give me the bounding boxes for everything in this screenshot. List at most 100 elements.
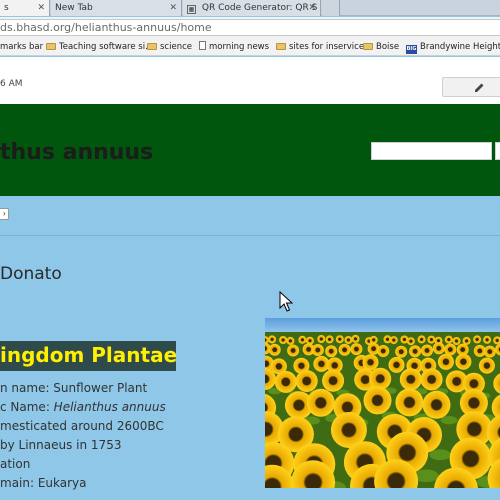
sunflower-head <box>406 337 415 346</box>
sunflower-head <box>295 370 318 392</box>
sunflower-head <box>287 344 300 357</box>
tab-qr-code[interactable]: ▦ QR Code Generator: QR S ✕ <box>183 0 321 16</box>
fact-text: mesticated around 2600BC <box>0 419 164 433</box>
sunflower-head <box>322 369 345 392</box>
tab-label: s <box>4 3 9 13</box>
fact-text: ation <box>0 457 31 471</box>
bookmark-morning-news[interactable]: morning news <box>199 41 269 53</box>
sunflower-head <box>338 343 351 356</box>
sunflower-leaf <box>440 416 458 425</box>
navigation-bar: › <box>0 196 500 236</box>
fact-domain: main: Eukarya <box>0 476 87 490</box>
site-header: thus annuus <box>0 104 500 196</box>
fact-scientific-name: c Name: Helianthus annuus <box>0 400 166 414</box>
bookmark-label: sites for inservice <box>289 42 365 52</box>
page-icon <box>199 41 206 50</box>
sunflower-head <box>444 343 457 356</box>
search-button[interactable] <box>495 142 500 160</box>
pencil-icon <box>475 83 484 92</box>
kingdom-heading-box: ingdom Plantae <box>0 341 178 371</box>
folder-icon <box>276 43 286 50</box>
bookmark-label: marks bar <box>0 42 44 52</box>
sunflower-head <box>422 390 451 419</box>
sunflower-head <box>427 335 436 344</box>
sunflower-head <box>409 345 422 358</box>
tab-label: QR Code Generator: QR S <box>201 3 318 13</box>
sunflower-field-illustration <box>265 318 500 488</box>
address-bar-row: ds.bhasd.org/helianthus-annuus/home <box>0 17 500 38</box>
sunflower-head <box>444 335 453 344</box>
sunflower-head <box>298 335 307 344</box>
bookmark-brandywine[interactable]: BIGBrandywine Heights... <box>406 41 500 54</box>
tab-current[interactable]: s ✕ <box>0 0 50 16</box>
kingdom-heading: ingdom Plantae <box>0 343 178 367</box>
bookmarks-bar: marks bar Teaching software si... scienc… <box>0 38 500 56</box>
bookmark-science[interactable]: science <box>147 41 192 53</box>
scientific-name: Helianthus annuus <box>53 400 166 414</box>
sunflower-head <box>362 354 379 371</box>
fact-domesticated: mesticated around 2600BC <box>0 419 164 433</box>
sunflower-field-image <box>265 318 500 488</box>
bookmark-label: Teaching software si... <box>59 42 154 52</box>
address-bar[interactable]: ds.bhasd.org/helianthus-annuus/home <box>0 19 500 36</box>
sunflower-head <box>279 336 288 344</box>
last-edited-time: 6 AM <box>0 79 23 89</box>
sunflower-head <box>399 368 422 391</box>
folder-icon <box>363 43 373 50</box>
bookmark-label: Boise <box>376 42 400 52</box>
sunflower-head <box>363 386 392 415</box>
mouse-cursor-icon <box>279 291 293 312</box>
sunflower-head <box>395 345 408 358</box>
fact-common-name: n name: Sunflower Plant <box>0 381 147 395</box>
sunflower-head <box>311 344 324 356</box>
sunflower-head <box>306 336 314 345</box>
edit-button[interactable] <box>442 77 500 97</box>
sunflower-head <box>421 344 433 357</box>
qr-icon: ▦ <box>187 5 196 14</box>
fact-text: main: Eukarya <box>0 476 87 490</box>
sunflower-head <box>268 335 277 344</box>
sunflower-head <box>432 342 445 355</box>
sunflower-head <box>455 353 472 370</box>
page-top-bar: 6 AM <box>0 57 500 105</box>
sunflower-head <box>377 345 390 357</box>
bookmark-sites-for-inservice[interactable]: sites for inservice <box>276 41 364 53</box>
sunflower-head <box>317 335 326 343</box>
sunflower-head <box>325 335 334 344</box>
close-icon[interactable]: ✕ <box>37 0 45 16</box>
new-tab-button[interactable] <box>322 0 340 16</box>
sunflower-head <box>395 388 424 417</box>
sunflower-head <box>417 335 426 344</box>
nav-menu-button[interactable]: › <box>0 208 9 220</box>
sunflower-head <box>335 335 344 344</box>
sunflower-head <box>351 334 360 343</box>
bookmark-bookmarks-bar[interactable]: marks bar <box>0 41 43 53</box>
bookmark-label: Brandywine Heights... <box>420 42 500 52</box>
sunflower-head <box>306 388 335 417</box>
bookmark-label: morning news <box>209 42 270 52</box>
close-icon[interactable]: ✕ <box>169 0 177 16</box>
sunflower-head <box>389 336 398 345</box>
fact-text: n name: Sunflower Plant <box>0 381 148 395</box>
sunflower-head <box>437 353 454 370</box>
close-icon[interactable]: ✕ <box>308 0 316 16</box>
sunflower-head <box>369 367 392 390</box>
big-icon: BIG <box>406 45 417 54</box>
sunflower-head <box>268 343 281 356</box>
site-title[interactable]: thus annuus <box>0 140 153 165</box>
sunflower-head <box>420 368 443 391</box>
tab-strip: s ✕ New Tab ✕ ▦ QR Code Generator: QR S … <box>0 0 500 16</box>
tab-new-tab[interactable]: New Tab ✕ <box>51 0 182 16</box>
sunflower-leaf <box>429 449 451 461</box>
sunflower-head <box>452 337 461 345</box>
fact-named-by: by Linnaeus in 1753 <box>0 438 121 452</box>
bookmark-label: science <box>160 42 192 52</box>
fact-classification: ation <box>0 457 30 471</box>
author-name: Donato <box>0 264 62 284</box>
sunflower-head <box>350 343 363 356</box>
search-input[interactable] <box>371 142 492 160</box>
bookmark-boise[interactable]: Boise <box>363 41 399 53</box>
sunflower-head <box>473 335 482 344</box>
sunflower-head <box>462 336 471 345</box>
bookmark-teaching-software[interactable]: Teaching software si... <box>46 41 153 53</box>
